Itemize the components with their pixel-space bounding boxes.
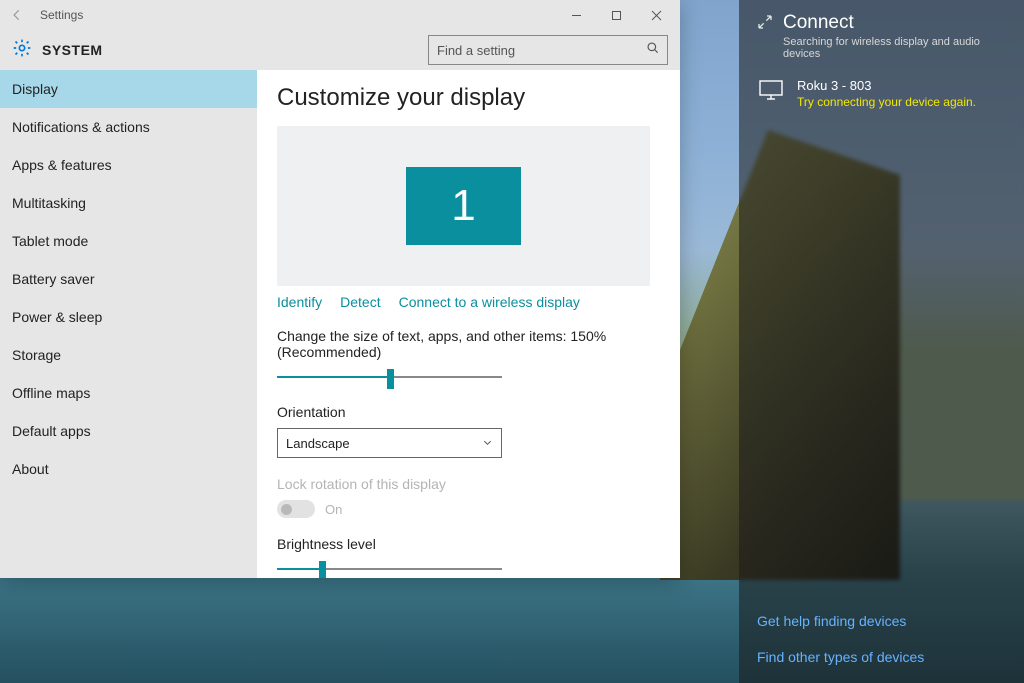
sidebar-item-default-apps[interactable]: Default apps bbox=[0, 412, 257, 450]
minimize-button[interactable] bbox=[556, 0, 596, 30]
lock-rotation-toggle: On bbox=[277, 500, 650, 518]
size-slider[interactable] bbox=[277, 368, 502, 386]
sidebar-item-notifications[interactable]: Notifications & actions bbox=[0, 108, 257, 146]
sidebar-item-label: Apps & features bbox=[12, 157, 112, 173]
wireless-display-link[interactable]: Connect to a wireless display bbox=[399, 294, 580, 310]
content: Customize your display 1 Identify Detect… bbox=[257, 70, 680, 578]
sidebar-item-label: Default apps bbox=[12, 423, 91, 439]
device-hint: Try connecting your device again. bbox=[797, 95, 976, 109]
identify-link[interactable]: Identify bbox=[277, 294, 322, 310]
sidebar-item-label: Display bbox=[12, 81, 58, 97]
header: SYSTEM bbox=[0, 30, 680, 70]
connect-subtitle: Searching for wireless display and audio… bbox=[783, 36, 1006, 60]
sidebar-item-label: Notifications & actions bbox=[12, 119, 150, 135]
sidebar-item-storage[interactable]: Storage bbox=[0, 336, 257, 374]
monitor-tile[interactable]: 1 bbox=[406, 167, 521, 245]
sidebar-item-power[interactable]: Power & sleep bbox=[0, 298, 257, 336]
chevron-down-icon bbox=[482, 436, 493, 451]
system-label: SYSTEM bbox=[42, 42, 103, 58]
orientation-label: Orientation bbox=[277, 404, 650, 420]
device-row[interactable]: Roku 3 - 803 Try connecting your device … bbox=[757, 78, 1006, 109]
slider-thumb[interactable] bbox=[319, 561, 326, 578]
orientation-dropdown[interactable]: Landscape bbox=[277, 428, 502, 458]
sidebar-item-battery[interactable]: Battery saver bbox=[0, 260, 257, 298]
close-button[interactable] bbox=[636, 0, 676, 30]
sidebar-item-tablet[interactable]: Tablet mode bbox=[0, 222, 257, 260]
help-link[interactable]: Get help finding devices bbox=[757, 613, 1006, 629]
search-input[interactable] bbox=[429, 43, 639, 58]
sidebar-item-label: Multitasking bbox=[12, 195, 86, 211]
connect-title: Connect bbox=[783, 12, 1006, 34]
sidebar: Display Notifications & actions Apps & f… bbox=[0, 70, 257, 578]
sidebar-item-label: Power & sleep bbox=[12, 309, 102, 325]
maximize-button[interactable] bbox=[596, 0, 636, 30]
settings-window: Settings bbox=[0, 0, 680, 578]
slider-thumb[interactable] bbox=[387, 369, 394, 389]
sidebar-item-label: About bbox=[12, 461, 49, 477]
sidebar-item-apps[interactable]: Apps & features bbox=[0, 146, 257, 184]
gear-icon bbox=[12, 38, 32, 63]
sidebar-item-display[interactable]: Display bbox=[0, 70, 257, 108]
toggle-state-label: On bbox=[325, 502, 342, 517]
orientation-value: Landscape bbox=[286, 436, 350, 451]
other-devices-link[interactable]: Find other types of devices bbox=[757, 649, 1006, 665]
sidebar-item-label: Battery saver bbox=[12, 271, 94, 287]
brightness-label: Brightness level bbox=[277, 536, 650, 552]
titlebar: Settings bbox=[0, 0, 680, 30]
display-preview: 1 bbox=[277, 126, 650, 286]
sidebar-item-label: Tablet mode bbox=[12, 233, 88, 249]
sidebar-item-multitasking[interactable]: Multitasking bbox=[0, 184, 257, 222]
size-label: Change the size of text, apps, and other… bbox=[277, 328, 650, 360]
sidebar-item-label: Storage bbox=[12, 347, 61, 363]
search-box[interactable] bbox=[428, 35, 668, 65]
device-name: Roku 3 - 803 bbox=[797, 78, 976, 93]
toggle-track bbox=[277, 500, 315, 518]
back-arrow-icon[interactable] bbox=[8, 6, 26, 24]
window-title: Settings bbox=[40, 8, 83, 22]
expand-icon[interactable] bbox=[757, 14, 773, 30]
sidebar-item-about[interactable]: About bbox=[0, 450, 257, 488]
sidebar-item-label: Offline maps bbox=[12, 385, 90, 401]
search-icon[interactable] bbox=[639, 41, 667, 60]
brightness-slider[interactable] bbox=[277, 560, 502, 578]
monitor-icon bbox=[757, 78, 785, 109]
detect-link[interactable]: Detect bbox=[340, 294, 380, 310]
page-title: Customize your display bbox=[277, 84, 650, 112]
sidebar-item-offline-maps[interactable]: Offline maps bbox=[0, 374, 257, 412]
connect-panel: Connect Searching for wireless display a… bbox=[739, 0, 1024, 683]
monitor-number: 1 bbox=[451, 181, 475, 231]
lock-rotation-label: Lock rotation of this display bbox=[277, 476, 650, 492]
